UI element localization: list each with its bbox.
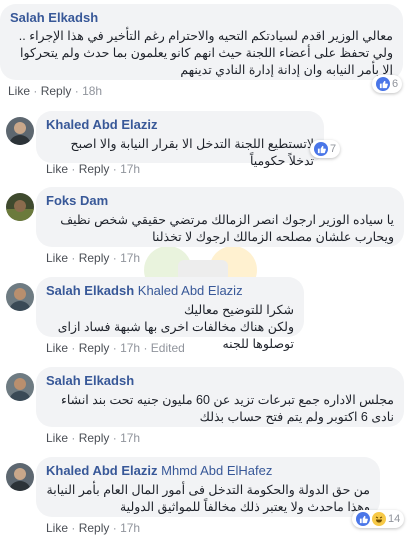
commenter-name[interactable]: Khaled Abd Elaziz: [46, 117, 314, 133]
timestamp[interactable]: 18h: [82, 84, 102, 98]
comment-text: مجلس الاداره جمع تبرعات تزيد عن 60 مليون…: [60, 393, 394, 424]
reaction-count: 14: [388, 513, 401, 525]
comment-actions: Like · Reply · 17h: [46, 431, 141, 445]
tagged-user[interactable]: Mhmd Abd ElHafez: [161, 463, 272, 478]
comment-actions: Like · Reply · 17h: [46, 521, 141, 535]
comment-text: من حق الدولة والحكومة التدخل فى أمور الم…: [46, 483, 370, 514]
comment-bubble: Salah Elkadsh Khaled Abd Elaziz شكرا للت…: [36, 277, 304, 351]
comment-text: معالي الوزير اقدم لسيادتكم التحيه والاحت…: [18, 29, 393, 77]
like-link[interactable]: Like: [46, 431, 68, 445]
timestamp[interactable]: 17h: [120, 341, 140, 355]
commenter-name[interactable]: Khaled Abd Elaziz: [46, 463, 157, 478]
timestamp[interactable]: 17h: [120, 162, 140, 176]
reaction-summary[interactable]: 7: [310, 140, 341, 158]
commenter-name[interactable]: Salah Elkadsh: [46, 373, 394, 389]
haha-icon: [372, 512, 386, 526]
comment-bubble: Khaled Abd Elaziz Mhmd Abd ElHafez من حق…: [36, 457, 380, 517]
edited-label[interactable]: Edited: [151, 341, 185, 355]
reply-link[interactable]: Reply: [79, 431, 110, 445]
reaction-count: 6: [392, 78, 399, 90]
comment-header: Salah Elkadsh Khaled Abd Elaziz: [46, 283, 294, 299]
reply-link[interactable]: Reply: [41, 84, 72, 98]
like-icon: [376, 77, 390, 91]
avatar[interactable]: [6, 117, 34, 145]
comment-actions: Like · Reply · 18h: [8, 84, 103, 98]
commenter-name[interactable]: Foks Dam: [46, 193, 394, 209]
commenter-name[interactable]: Salah Elkadsh: [46, 283, 134, 298]
like-link[interactable]: Like: [8, 84, 30, 98]
timestamp[interactable]: 17h: [120, 251, 140, 265]
timestamp[interactable]: 17h: [120, 431, 140, 445]
timestamp[interactable]: 17h: [120, 521, 140, 535]
avatar[interactable]: [6, 373, 34, 401]
comment-text: يا سياده الوزير ارجوك انصر الزمالك مرتضي…: [60, 213, 394, 244]
reaction-summary[interactable]: 14: [352, 510, 405, 528]
comment-bubble: Khaled Abd Elaziz لاتستطيع اللجنة التدخل…: [36, 111, 324, 168]
like-link[interactable]: Like: [46, 162, 68, 176]
reply-link[interactable]: Reply: [79, 162, 110, 176]
comment-bubble: Salah Elkadsh معالي الوزير اقدم لسيادتكم…: [0, 4, 403, 80]
comment-actions: Like · Reply · 17h: [46, 251, 141, 265]
avatar[interactable]: [6, 463, 34, 491]
comment-actions: Like · Reply · 17h · Edited: [46, 341, 185, 355]
reply-link[interactable]: Reply: [79, 341, 110, 355]
reply-link[interactable]: Reply: [79, 251, 110, 265]
tagged-user[interactable]: Khaled Abd Elaziz: [138, 283, 243, 298]
like-icon: [314, 142, 328, 156]
comment-header: Khaled Abd Elaziz Mhmd Abd ElHafez: [46, 463, 370, 479]
avatar[interactable]: [6, 193, 34, 221]
comment-actions: Like · Reply · 17h: [46, 162, 141, 176]
like-link[interactable]: Like: [46, 251, 68, 265]
like-link[interactable]: Like: [46, 341, 68, 355]
reaction-count: 7: [330, 143, 337, 155]
like-icon: [356, 512, 370, 526]
comment-bubble: Foks Dam يا سياده الوزير ارجوك انصر الزم…: [36, 187, 404, 247]
reply-link[interactable]: Reply: [79, 521, 110, 535]
commenter-name[interactable]: Salah Elkadsh: [10, 10, 393, 26]
like-link[interactable]: Like: [46, 521, 68, 535]
reaction-summary[interactable]: 6: [372, 75, 403, 93]
avatar[interactable]: [6, 283, 34, 311]
comment-bubble: Salah Elkadsh مجلس الاداره جمع تبرعات تز…: [36, 367, 404, 427]
